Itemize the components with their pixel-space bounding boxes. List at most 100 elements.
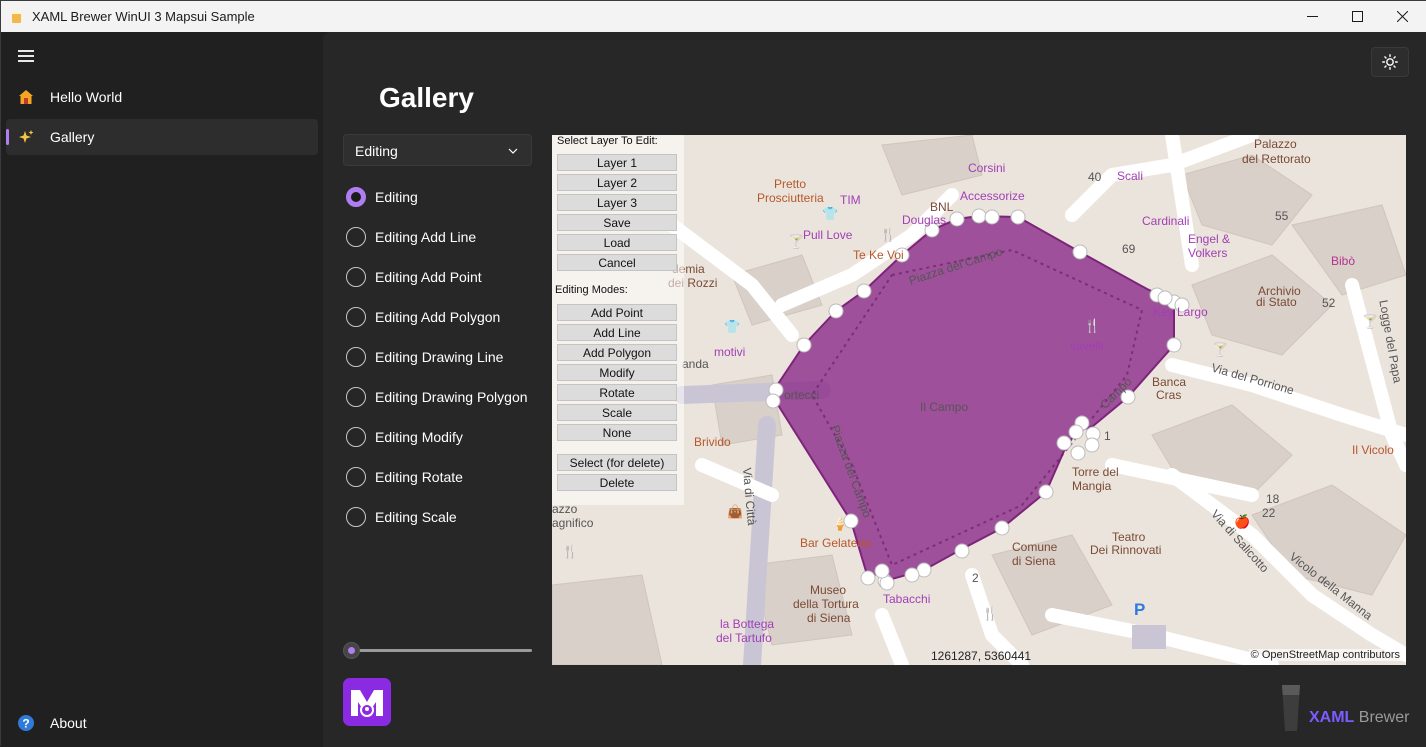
scale-button[interactable]: Scale [557,404,677,421]
none-button[interactable]: None [557,424,677,441]
select-layer-label: Select Layer To Edit: [557,135,658,147]
window-title: XAML Brewer WinUI 3 Mapsui Sample [32,9,255,24]
map-label: la Bottega [720,617,775,631]
nav-item-hello-world[interactable]: Hello World [6,79,318,115]
map-control[interactable]: Il Campo Piazza del Campo Piazza del Cam… [552,135,1406,665]
help-icon: ? [18,715,34,731]
map-label: Corsini [968,161,1006,175]
sample-select[interactable]: Editing [343,134,532,166]
radio-editing[interactable]: Editing [346,186,546,210]
close-button[interactable] [1379,1,1425,32]
map-label: Engel & [1188,232,1231,246]
ice-cream-icon: 🍦 [832,516,849,531]
bar-icon: 🍸 [1212,342,1229,357]
mouse-coordinates: 1261287, 5360441 [931,649,1032,663]
map-label: Te Ke Voi [853,248,904,262]
radio-circle [346,307,366,327]
map-label: di Siena [807,611,851,625]
clothes-shop-icon: 👕 [822,206,839,221]
nav-item-gallery[interactable]: Gallery [6,119,318,155]
radio-circle [346,467,366,487]
radio-label: Editing Drawing Line [375,349,504,365]
map-label: del Rettorato [1242,152,1311,166]
radio-label: Editing [375,189,418,205]
load-button[interactable]: Load [557,234,677,251]
map-label: Prosciutteria [757,191,824,205]
title-bar: XAML Brewer WinUI 3 Mapsui Sample [1,1,1426,32]
map-label: Museo [810,583,847,597]
add-point-button[interactable]: Add Point [557,304,677,321]
slider-thumb[interactable] [343,642,360,659]
map-label: Douglas [902,213,947,227]
map-label: agnifico [552,516,594,530]
add-polygon-button[interactable]: Add Polygon [557,344,677,361]
radio-label: Editing Rotate [375,469,463,485]
svg-text:?: ? [22,717,29,731]
map-label: Torre del [1072,465,1119,479]
rotate-button[interactable]: Rotate [557,384,677,401]
radio-circle [346,227,366,247]
zoom-slider[interactable] [343,642,532,659]
map-label: 2 [972,571,979,585]
maximize-button[interactable] [1334,1,1380,32]
delete-button[interactable]: Delete [557,474,677,491]
radio-label: Editing Scale [375,509,457,525]
radio-editing-add-line[interactable]: Editing Add Line [346,226,546,250]
home-icon [19,90,33,104]
map-label: Scali [1117,169,1144,183]
brewer-text: XAML Brewer [1309,709,1410,726]
apple-icon: 🍎 [1234,514,1251,529]
map-label: savelli [1070,339,1104,353]
cancel-button[interactable]: Cancel [557,254,677,271]
brightness-icon [1382,54,1398,70]
theme-toggle-button[interactable] [1371,47,1409,77]
select-for-delete-button[interactable]: Select (for delete) [557,454,677,471]
parking-icon: P [1134,600,1146,619]
radio-editing-add-point[interactable]: Editing Add Point [346,266,546,290]
map-label: 69 [1122,242,1136,256]
radio-editing-modify[interactable]: Editing Modify [346,426,546,450]
sample-select-value: Editing [355,143,398,159]
restaurant-icon: 🍴 [880,227,897,242]
layer-3-button[interactable]: Layer 3 [557,194,677,211]
radio-editing-drawing-line[interactable]: Editing Drawing Line [346,346,546,370]
radio-editing-rotate[interactable]: Editing Rotate [346,466,546,490]
map-label: 55 [1275,209,1289,223]
map-attribution[interactable]: © OpenStreetMap contributors [1248,649,1402,661]
hamburger-menu-icon[interactable] [18,50,34,62]
radio-label: Editing Add Line [375,229,477,245]
map-label: Key Largo [1153,305,1208,319]
modify-button[interactable]: Modify [557,364,677,381]
nav-item-label: Gallery [50,129,95,145]
add-line-button[interactable]: Add Line [557,324,677,341]
sparkle-icon [19,130,34,143]
map-label: Cardinali [1142,214,1190,228]
layer-1-button[interactable]: Layer 1 [557,154,677,171]
map-label: Bar Gelateria [800,536,871,550]
radio-editing-drawing-polygon[interactable]: Editing Drawing Polygon [346,386,546,410]
map-label: Il Vicolo [1352,443,1394,457]
map-label: Tabacchi [883,592,931,606]
map-label: 1 [1104,429,1111,443]
minimize-button[interactable] [1289,1,1335,32]
page-title: Gallery [379,82,474,113]
restaurant-icon: 🍴 [982,606,999,621]
nav-item-about[interactable]: ? About [6,705,318,741]
map-label: Pull Love [803,228,853,242]
map-label: 22 [1262,506,1276,520]
edit-layer-panel: Select Layer To Edit: Layer 1 Layer 2 La… [552,135,684,505]
map-label: ortecci [784,388,820,402]
map-label: Il Campo [920,400,969,414]
radio-label: Editing Drawing Polygon [375,389,528,405]
save-button[interactable]: Save [557,214,677,231]
radio-editing-add-polygon[interactable]: Editing Add Polygon [346,306,546,330]
mapsui-logo-icon [343,678,391,726]
map-label: Dei Rinnovati [1090,543,1162,557]
map-label: Accessorize [960,189,1025,203]
map-label: Pretto [774,177,807,191]
layer-2-button[interactable]: Layer 2 [557,174,677,191]
radio-editing-scale[interactable]: Editing Scale [346,506,546,530]
bar-icon: 🍸 [788,234,805,249]
map-label: Palazzo [1254,137,1297,151]
radio-label: Editing Modify [375,429,463,445]
